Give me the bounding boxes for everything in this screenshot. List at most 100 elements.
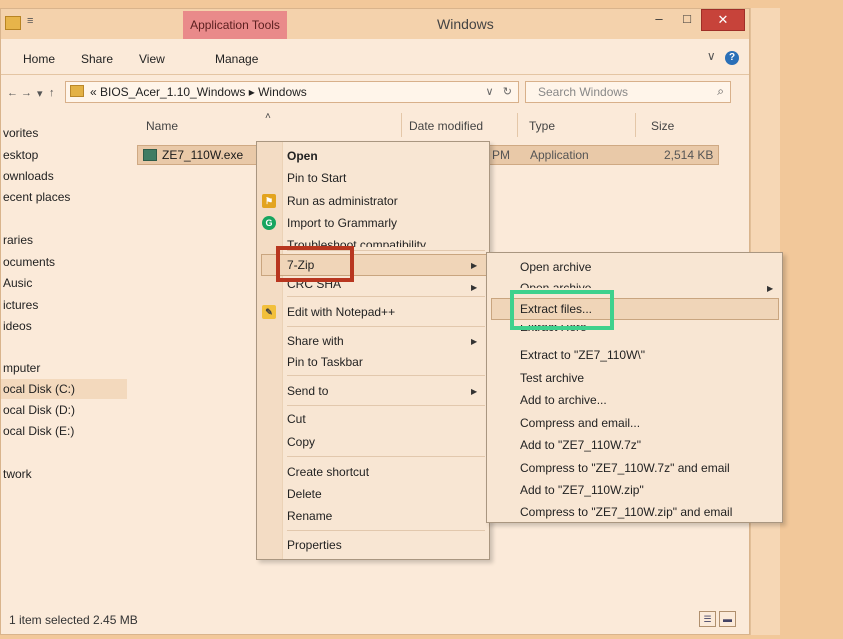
status-bar: 1 item selected 2.45 MB ☰ ▬ bbox=[1, 606, 749, 634]
menu-item-pin-to-taskbar[interactable]: Pin to Taskbar bbox=[287, 352, 363, 372]
navigation-pane: vorites esktop ownloads ecent places rar… bbox=[1, 109, 127, 604]
nav-item-music[interactable]: Ausic bbox=[1, 273, 127, 293]
search-placeholder: Search Windows bbox=[538, 85, 629, 99]
nav-item-computer[interactable]: mputer bbox=[1, 358, 127, 378]
column-divider[interactable] bbox=[635, 113, 636, 137]
title-bar: ≡ Application Tools Windows – □ ✕ bbox=[1, 9, 749, 39]
address-bar[interactable]: « BIOS_Acer_1.10_Windows ▸ Windows ∨ ↻ bbox=[65, 81, 519, 103]
highlight-box-red bbox=[276, 246, 354, 282]
context-menu: Open Pin to Start ⚑ Run as administrator… bbox=[256, 141, 490, 560]
nav-item-videos[interactable]: ideos bbox=[1, 316, 127, 336]
menu-item-cut[interactable]: Cut bbox=[287, 409, 306, 429]
submenu-arrow-icon: ▶ bbox=[471, 261, 478, 270]
up-icon[interactable]: ↑ bbox=[49, 87, 55, 99]
menu-item-import-to-grammarly[interactable]: Import to Grammarly bbox=[287, 213, 397, 233]
folder-icon bbox=[70, 85, 84, 97]
tab-manage[interactable]: Manage bbox=[215, 52, 258, 66]
column-divider[interactable] bbox=[401, 113, 402, 137]
nav-item-desktop[interactable]: esktop bbox=[1, 145, 127, 165]
menu-separator bbox=[287, 375, 485, 376]
details-view-icon[interactable]: ☰ bbox=[699, 611, 716, 627]
tab-home[interactable]: Home bbox=[23, 52, 55, 66]
menu-item-share-with[interactable]: Share with bbox=[287, 331, 344, 351]
grammarly-icon: G bbox=[262, 216, 276, 230]
status-text: 1 item selected 2.45 MB bbox=[9, 613, 138, 627]
search-input[interactable]: Search Windows ⌕ bbox=[525, 81, 731, 103]
submenu-arrow-icon: ▶ bbox=[471, 387, 478, 396]
menu-item-open[interactable]: Open bbox=[287, 146, 318, 166]
nav-item-pictures[interactable]: ictures bbox=[1, 295, 127, 315]
minimize-button[interactable]: – bbox=[646, 9, 672, 31]
forward-icon[interactable]: → bbox=[21, 87, 32, 99]
shield-icon: ⚑ bbox=[262, 194, 276, 208]
menu-item-crc-sha[interactable]: CRC SHA bbox=[287, 282, 341, 290]
menu-item-pin-to-start[interactable]: Pin to Start bbox=[287, 168, 346, 188]
address-buttons: ∨ ↻ bbox=[486, 85, 512, 98]
nav-item-local-disk-e[interactable]: ocal Disk (E:) bbox=[1, 421, 127, 441]
column-date-modified[interactable]: Date modified bbox=[409, 119, 483, 133]
menu-item-properties[interactable]: Properties bbox=[287, 535, 342, 555]
menu-item-open-archive[interactable]: Open archive bbox=[520, 257, 591, 277]
column-type[interactable]: Type bbox=[529, 119, 555, 133]
address-row: ← → ▾ ↑ « BIOS_Acer_1.10_Windows ▸ Windo… bbox=[1, 75, 749, 109]
notepad-icon: ✎ bbox=[262, 305, 276, 319]
nav-item-documents[interactable]: ocuments bbox=[1, 252, 127, 272]
tab-view[interactable]: View bbox=[139, 52, 165, 66]
nav-item-favorites[interactable]: vorites bbox=[1, 123, 127, 143]
menu-item-test-archive[interactable]: Test archive bbox=[520, 368, 584, 388]
search-icon[interactable]: ⌕ bbox=[717, 84, 724, 99]
large-icons-view-icon[interactable]: ▬ bbox=[719, 611, 736, 627]
recent-locations-icon[interactable]: ▾ bbox=[37, 87, 43, 100]
menu-separator bbox=[287, 405, 485, 406]
menu-item-compress-7z-email[interactable]: Compress to "ZE7_110W.7z" and email bbox=[520, 458, 730, 478]
menu-item-edit-with-notepad[interactable]: Edit with Notepad++ bbox=[287, 302, 395, 322]
menu-separator bbox=[287, 326, 485, 327]
menu-item-send-to[interactable]: Send to bbox=[287, 381, 328, 401]
quick-access-menu-icon[interactable]: ≡ bbox=[27, 15, 33, 27]
breadcrumb[interactable]: « BIOS_Acer_1.10_Windows ▸ Windows bbox=[90, 85, 307, 99]
nav-item-recent-places[interactable]: ecent places bbox=[1, 187, 127, 207]
menu-item-create-shortcut[interactable]: Create shortcut bbox=[287, 462, 369, 482]
menu-item-rename[interactable]: Rename bbox=[287, 506, 332, 526]
maximize-button[interactable]: □ bbox=[674, 9, 700, 31]
menu-item-add-to-zip[interactable]: Add to "ZE7_110W.zip" bbox=[520, 480, 644, 500]
refresh-icon[interactable]: ↻ bbox=[503, 86, 512, 98]
column-divider[interactable] bbox=[517, 113, 518, 137]
expand-ribbon-icon[interactable]: ∨ bbox=[707, 49, 716, 63]
nav-item-local-disk-c[interactable]: ocal Disk (C:) bbox=[1, 379, 127, 399]
menu-item-open-archive-submenu[interactable]: Open archive bbox=[520, 278, 591, 288]
menu-item-add-to-7z[interactable]: Add to "ZE7_110W.7z" bbox=[520, 435, 641, 455]
menu-item-add-to-archive[interactable]: Add to archive... bbox=[520, 390, 607, 410]
help-icon[interactable]: ? bbox=[725, 51, 739, 65]
menu-separator bbox=[287, 530, 485, 531]
highlight-box-green bbox=[510, 290, 614, 330]
menu-item-delete[interactable]: Delete bbox=[287, 484, 322, 504]
folder-icon[interactable] bbox=[5, 16, 21, 30]
nav-item-libraries[interactable]: raries bbox=[1, 230, 127, 250]
address-dropdown-icon[interactable]: ∨ bbox=[486, 86, 494, 98]
application-icon bbox=[143, 149, 157, 161]
menu-item-run-as-administrator[interactable]: Run as administrator bbox=[287, 191, 398, 211]
column-size[interactable]: Size bbox=[651, 119, 674, 133]
tab-share[interactable]: Share bbox=[81, 52, 113, 66]
nav-item-local-disk-d[interactable]: ocal Disk (D:) bbox=[1, 400, 127, 420]
file-name: ZE7_110W.exe bbox=[162, 148, 244, 162]
back-icon[interactable]: ← bbox=[7, 87, 18, 99]
file-date: PM bbox=[492, 148, 510, 162]
column-name[interactable]: Name bbox=[146, 119, 178, 133]
ribbon-controls: ∨ ? bbox=[707, 49, 739, 65]
menu-separator bbox=[287, 296, 485, 297]
menu-item-extract-to[interactable]: Extract to "ZE7_110W\" bbox=[520, 345, 645, 365]
menu-item-compress-and-email[interactable]: Compress and email... bbox=[520, 413, 640, 433]
nav-item-network[interactable]: twork bbox=[1, 464, 127, 484]
nav-item-downloads[interactable]: ownloads bbox=[1, 166, 127, 186]
submenu-arrow-icon: ▶ bbox=[767, 284, 774, 293]
submenu-arrow-icon: ▶ bbox=[471, 283, 478, 292]
close-button[interactable]: ✕ bbox=[701, 9, 745, 31]
application-tools-tab[interactable]: Application Tools bbox=[183, 11, 287, 39]
file-size: 2,514 KB bbox=[664, 148, 714, 162]
ribbon: Home Share View Manage ∨ ? bbox=[1, 39, 749, 75]
menu-item-compress-zip-email[interactable]: Compress to "ZE7_110W.zip" and email bbox=[520, 502, 732, 522]
submenu-arrow-icon: ▶ bbox=[471, 337, 478, 346]
menu-item-copy[interactable]: Copy bbox=[287, 432, 315, 452]
